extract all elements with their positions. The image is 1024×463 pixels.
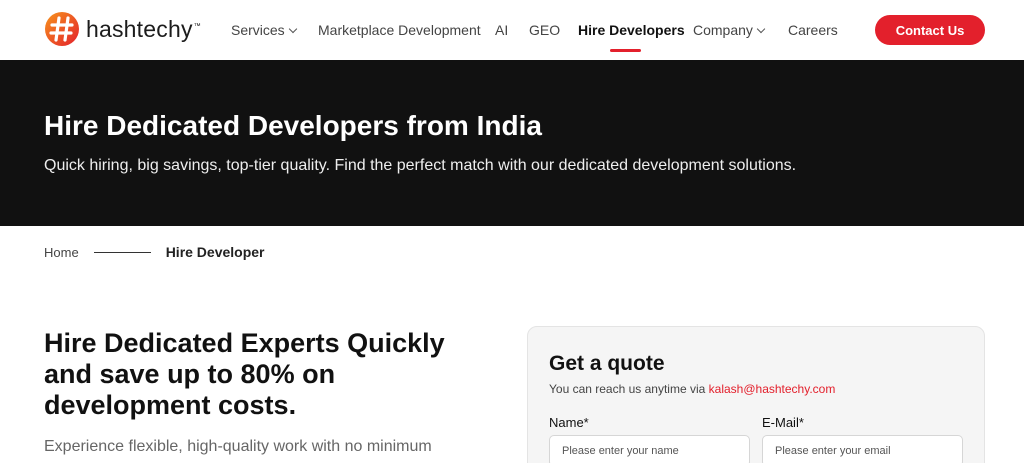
- active-nav-indicator: [610, 49, 641, 52]
- nav-item-hire-developers[interactable]: Hire Developers: [578, 22, 685, 38]
- email-field[interactable]: [762, 435, 963, 463]
- nav-item-services[interactable]: Services: [231, 22, 297, 38]
- nav-item-geo[interactable]: GEO: [529, 22, 560, 38]
- quote-title: Get a quote: [549, 352, 665, 375]
- hero-banner: Hire Dedicated Developers from India Qui…: [0, 60, 1024, 226]
- breadcrumb-current: Hire Developer: [165, 244, 265, 260]
- email-field-label: E-Mail*: [762, 415, 804, 430]
- contact-us-button[interactable]: Contact Us: [875, 15, 985, 45]
- nav-item-company[interactable]: Company: [693, 22, 766, 38]
- brand-logo[interactable]: hashtechy™: [44, 11, 201, 47]
- hero-subtitle: Quick hiring, big savings, top-tier qual…: [44, 157, 797, 174]
- site-header: hashtechy™ Services Marketplace Developm…: [0, 0, 1024, 60]
- breadcrumb: Home Hire Developer: [44, 244, 265, 260]
- name-field[interactable]: [549, 435, 750, 463]
- nav-item-ai[interactable]: AI: [495, 22, 508, 38]
- nav-item-marketplace-development[interactable]: Marketplace Development: [318, 22, 481, 38]
- chevron-down-icon: [288, 24, 297, 34]
- quote-form-card: Get a quote You can reach us anytime via…: [527, 326, 985, 463]
- breadcrumb-home-link[interactable]: Home: [44, 245, 79, 260]
- name-field-label: Name*: [549, 415, 589, 430]
- brand-name: hashtechy™: [86, 15, 201, 42]
- section-title: Hire Dedicated Experts Quickly and save …: [44, 328, 445, 420]
- chevron-down-icon: [756, 24, 766, 34]
- quote-subtitle: You can reach us anytime via kalash@hash…: [549, 382, 836, 396]
- nav-item-careers[interactable]: Careers: [788, 22, 838, 38]
- quote-email-link[interactable]: kalash@hashtechy.com: [709, 382, 836, 396]
- section-description: Experience flexible, high-quality work w…: [44, 438, 432, 455]
- hashtag-logo-icon: [45, 12, 79, 46]
- hero-title: Hire Dedicated Developers from India: [44, 110, 542, 141]
- breadcrumb-divider: [93, 251, 151, 253]
